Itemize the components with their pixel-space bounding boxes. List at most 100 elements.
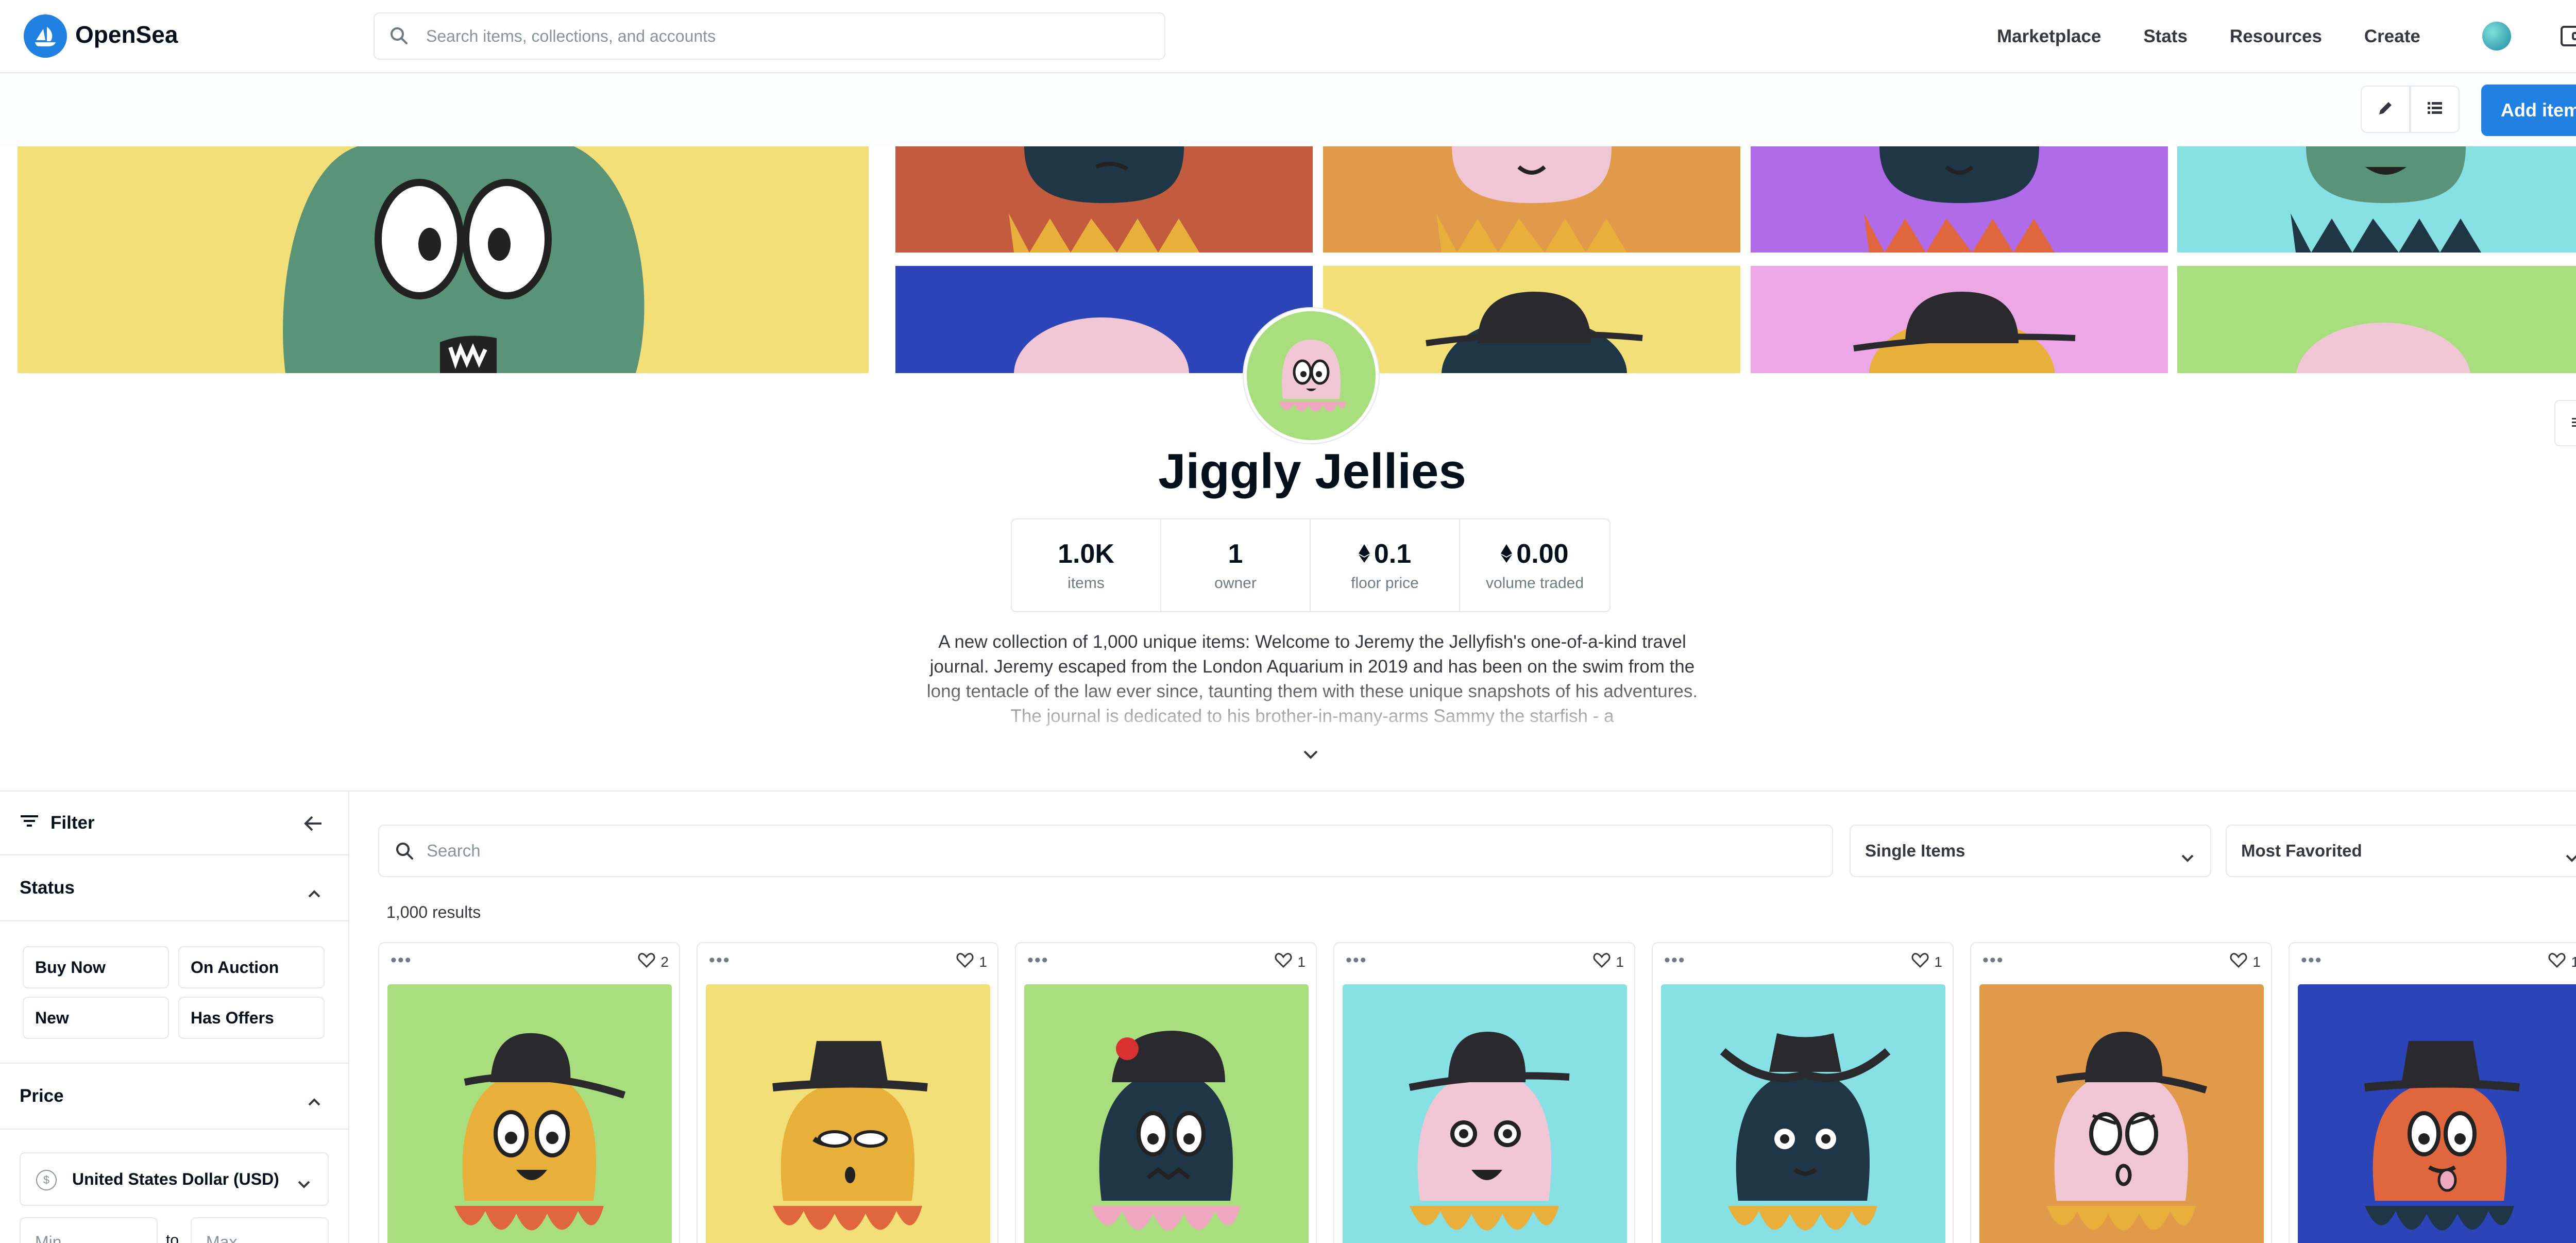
- favorite-count[interactable]: 1: [956, 952, 987, 971]
- item-card[interactable]: ••• 1: [1333, 942, 1635, 1243]
- nav-marketplace[interactable]: Marketplace: [1997, 26, 2101, 47]
- favorite-count-value: 1: [979, 953, 987, 970]
- stat-floor-price[interactable]: 0.1 floor price: [1311, 519, 1460, 611]
- items-search-input[interactable]: Search: [378, 825, 1833, 877]
- price-max-input[interactable]: Max: [191, 1217, 329, 1243]
- status-section-header[interactable]: Status: [0, 855, 348, 921]
- status-has-offers[interactable]: Has Offers: [178, 997, 325, 1039]
- item-image[interactable]: [1979, 984, 2264, 1243]
- more-options-icon[interactable]: •••: [1664, 951, 1686, 969]
- collection-menu-button[interactable]: [2554, 400, 2576, 446]
- item-image[interactable]: [2298, 984, 2576, 1243]
- collection-description: A new collection of 1,000 unique items: …: [926, 632, 1698, 726]
- item-card[interactable]: ••• 1: [1015, 942, 1317, 1243]
- item-image[interactable]: [1343, 984, 1627, 1243]
- item-card[interactable]: ••• 1: [697, 942, 998, 1243]
- add-item-button[interactable]: Add item: [2481, 85, 2576, 136]
- nav-create[interactable]: Create: [2364, 26, 2420, 47]
- item-card[interactable]: ••• 1: [2289, 942, 2576, 1243]
- item-image[interactable]: [1024, 984, 1309, 1243]
- list-icon: [2425, 98, 2445, 121]
- filter-header[interactable]: Filter: [0, 792, 348, 855]
- nav-stats[interactable]: Stats: [2143, 26, 2188, 47]
- item-card[interactable]: ••• 1: [1970, 942, 2272, 1243]
- status-title: Status: [20, 878, 75, 898]
- banner-tile: [2177, 146, 2576, 253]
- results-count: 1,000 results: [386, 903, 481, 921]
- item-card[interactable]: ••• 2: [378, 942, 680, 1243]
- favorite-count[interactable]: 1: [1911, 952, 1942, 971]
- account-avatar[interactable]: [2482, 22, 2511, 51]
- stat-label: floor price: [1351, 575, 1419, 592]
- pencil-icon: [2375, 98, 2396, 121]
- price-title: Price: [20, 1086, 64, 1106]
- item-type-select[interactable]: Single Items: [1850, 825, 2211, 877]
- menu-lines-icon: [2569, 413, 2576, 433]
- nav-links: Marketplace Stats Resources Create: [1997, 0, 2463, 73]
- price-to-label: to: [166, 1232, 179, 1243]
- favorite-count[interactable]: 1: [2548, 952, 2576, 971]
- favorite-count-value: 1: [2252, 953, 2261, 970]
- status-on-auction[interactable]: On Auction: [178, 946, 325, 988]
- favorite-count[interactable]: 1: [1593, 952, 1624, 971]
- brand-name[interactable]: OpenSea: [75, 21, 178, 48]
- collection-toolbar: [0, 73, 2576, 146]
- global-search-placeholder: Search items, collections, and accounts: [426, 26, 716, 45]
- status-new[interactable]: New: [23, 997, 169, 1039]
- item-image[interactable]: [387, 984, 672, 1243]
- sort-select[interactable]: Most Favorited: [2226, 825, 2576, 877]
- stat-volume-traded[interactable]: 0.00 volume traded: [1460, 519, 1609, 611]
- opensea-logo-icon[interactable]: [24, 14, 67, 58]
- favorite-count[interactable]: 1: [2230, 952, 2261, 971]
- item-card[interactable]: ••• 1: [1652, 942, 1954, 1243]
- heart-icon: [2548, 952, 2566, 971]
- banner-tile: [895, 146, 1313, 253]
- top-navigation: OpenSea Search items, collections, and a…: [0, 0, 2576, 73]
- item-image[interactable]: [706, 984, 990, 1243]
- favorite-count[interactable]: 1: [1275, 952, 1306, 971]
- banner-tile: [2177, 266, 2576, 373]
- sort-value: Most Favorited: [2241, 841, 2362, 860]
- more-options-icon[interactable]: •••: [1027, 951, 1049, 969]
- ethereum-icon: [1358, 539, 1370, 569]
- stat-items[interactable]: 1.0K items: [1012, 519, 1161, 611]
- filter-icon: [20, 813, 39, 833]
- more-options-icon[interactable]: •••: [1982, 951, 2004, 969]
- item-image[interactable]: [1661, 984, 1945, 1243]
- more-options-icon[interactable]: •••: [709, 951, 731, 969]
- ethereum-icon: [1501, 539, 1513, 569]
- global-search-input[interactable]: Search items, collections, and accounts: [374, 12, 1165, 60]
- expand-description-chevron-icon[interactable]: [1301, 748, 1320, 763]
- status-buy-now[interactable]: Buy Now: [23, 946, 169, 988]
- more-options-icon[interactable]: •••: [1346, 951, 1367, 969]
- collection-avatar: [1244, 308, 1379, 443]
- stat-value: 0.00: [1501, 539, 1569, 569]
- stat-owners[interactable]: 1 owner: [1161, 519, 1311, 611]
- favorite-count[interactable]: 2: [638, 952, 669, 971]
- section-divider: [0, 791, 2576, 792]
- chevron-down-icon: [297, 1174, 311, 1193]
- stat-label: volume traded: [1485, 575, 1584, 592]
- more-options-icon[interactable]: •••: [391, 951, 412, 969]
- currency-select[interactable]: $ United States Dollar (USD): [20, 1152, 329, 1206]
- chevron-up-icon: [307, 882, 321, 903]
- list-view-button[interactable]: [2410, 86, 2460, 133]
- price-min-input[interactable]: Min: [20, 1217, 158, 1243]
- arrow-left-icon[interactable]: [303, 814, 324, 837]
- status-options: Buy Now On Auction New Has Offers: [23, 946, 327, 1039]
- edit-collection-button[interactable]: [2361, 86, 2410, 133]
- heart-icon: [1593, 952, 1611, 971]
- price-section-header[interactable]: Price: [0, 1064, 348, 1130]
- items-search-placeholder: Search: [427, 841, 481, 860]
- stat-value: 1: [1228, 539, 1243, 569]
- search-icon: [388, 25, 411, 52]
- favorite-count-value: 1: [2571, 954, 2576, 970]
- stat-value: 0.1: [1358, 539, 1411, 569]
- wallet-icon[interactable]: [2558, 23, 2576, 52]
- nav-resources[interactable]: Resources: [2230, 26, 2322, 47]
- filter-title: Filter: [50, 813, 95, 833]
- stat-label: items: [1067, 575, 1105, 592]
- more-options-icon[interactable]: •••: [2301, 951, 2323, 969]
- banner-tile: [1323, 266, 1740, 373]
- stat-value: 1.0K: [1058, 539, 1114, 569]
